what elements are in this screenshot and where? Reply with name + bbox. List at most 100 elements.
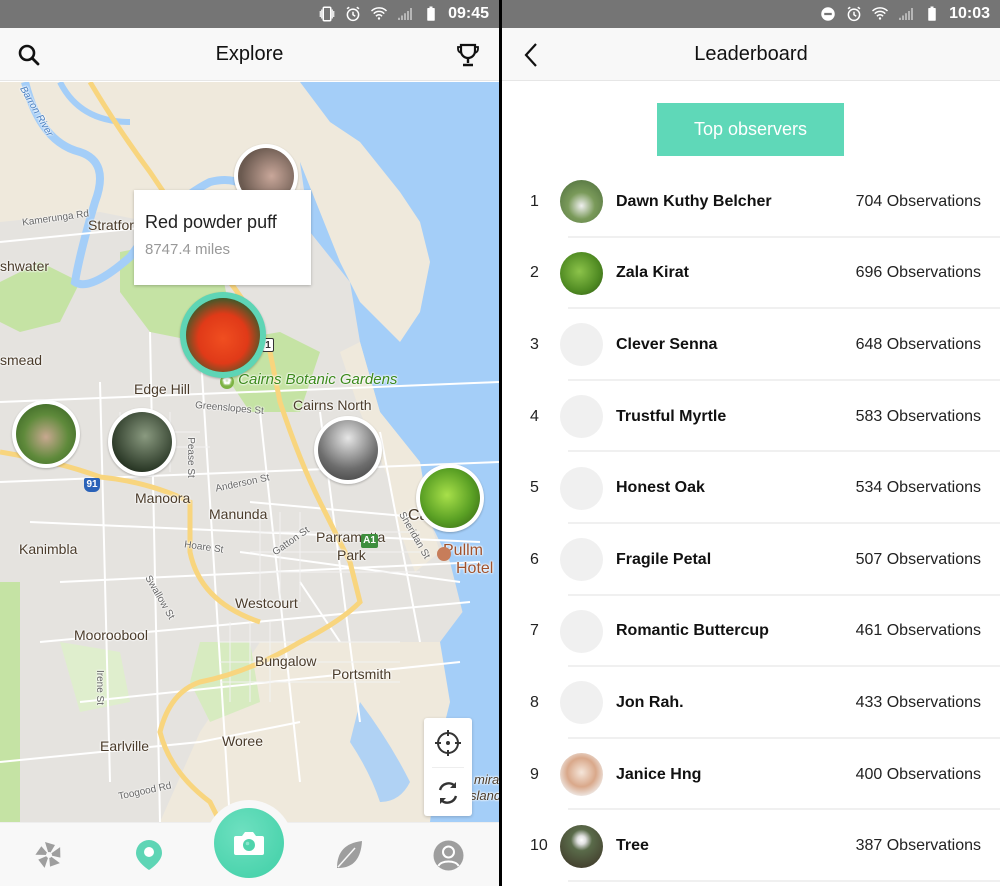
tab-top-observers[interactable]: Top observers bbox=[657, 103, 844, 156]
park-name: Cairns Botanic Gardens bbox=[238, 371, 398, 388]
explore-screen: 09:45 Explore Barron River Kamerunga Rd … bbox=[0, 0, 499, 886]
route-shield-a1: A1 bbox=[361, 534, 378, 548]
rank-number: 10 bbox=[530, 837, 548, 855]
map-label-cairns-botanic-gardens[interactable]: ✿ Cairns Botanic Gardens bbox=[220, 371, 397, 389]
popup-species-name: Red powder puff bbox=[145, 212, 277, 232]
rank-number: 2 bbox=[530, 264, 539, 282]
leaderboard-row-5[interactable]: 5 Honest Oak 534 Observations bbox=[502, 452, 1000, 524]
observation-count: 648 Observations bbox=[855, 335, 981, 353]
leaderboard-row-4[interactable]: 4 Trustful Myrtle 583 Observations bbox=[502, 381, 1000, 453]
pinwheel-icon bbox=[35, 842, 61, 868]
leaderboard-row-8[interactable]: 8 Jon Rah. 433 Observations bbox=[502, 667, 1000, 739]
map-label-stratford: Stratfor bbox=[88, 217, 134, 233]
rank-number: 1 bbox=[530, 192, 539, 210]
observation-count: 461 Observations bbox=[855, 622, 981, 640]
map-label-cairns-north: Cairns North bbox=[293, 397, 372, 413]
map-controls bbox=[424, 718, 472, 816]
alarm-icon bbox=[344, 5, 362, 23]
signal-icon bbox=[396, 5, 414, 23]
leaderboard-row-2[interactable]: 2 Zala Kirat 696 Observations bbox=[502, 238, 1000, 310]
leaderboard-row-3[interactable]: 3 Clever Senna 648 Observations bbox=[502, 309, 1000, 381]
map-label-pease-st: Pease St bbox=[184, 437, 196, 478]
observer-name: Trustful Myrtle bbox=[616, 407, 727, 425]
battery-icon bbox=[923, 5, 941, 23]
leaderboard-button[interactable] bbox=[455, 42, 481, 68]
popup-distance: 8747.4 miles bbox=[145, 241, 231, 258]
avatar-photo bbox=[560, 753, 603, 797]
observation-count: 696 Observations bbox=[855, 264, 981, 282]
camera-icon bbox=[234, 832, 264, 855]
marker-white-blossoms[interactable] bbox=[314, 416, 382, 484]
leaf-icon bbox=[337, 841, 362, 868]
profile-icon bbox=[433, 840, 463, 870]
trophy-icon bbox=[457, 43, 479, 67]
marker-red-powder-puff[interactable] bbox=[180, 292, 266, 378]
status-bar: 09:45 bbox=[0, 0, 499, 28]
observation-photo bbox=[16, 404, 76, 464]
nav-leaf[interactable] bbox=[333, 839, 365, 871]
observation-photo bbox=[186, 298, 260, 372]
leaderboard-row-6[interactable]: 6 Fragile Petal 507 Observations bbox=[502, 524, 1000, 596]
observer-name: Romantic Buttercup bbox=[616, 622, 769, 640]
locate-icon bbox=[435, 729, 461, 756]
vibrate-icon bbox=[318, 5, 336, 23]
map-label-admiralty-island-2: sland bbox=[470, 788, 499, 803]
refresh-icon bbox=[438, 781, 458, 804]
observation-count: 534 Observations bbox=[855, 479, 981, 497]
map-label-manunda: Manunda bbox=[209, 506, 268, 522]
marker-green-leaves[interactable] bbox=[416, 464, 484, 532]
observation-photo bbox=[112, 412, 172, 472]
hotel-icon bbox=[437, 547, 451, 561]
rank-number: 7 bbox=[530, 622, 539, 640]
avatar-placeholder bbox=[560, 323, 603, 367]
rank-number: 4 bbox=[530, 407, 539, 425]
map-label-mooroobool: Mooroobool bbox=[74, 627, 148, 643]
back-button[interactable] bbox=[518, 42, 544, 68]
nav-pinwheel[interactable] bbox=[33, 839, 65, 871]
page-title: Leaderboard bbox=[694, 42, 808, 65]
observer-name: Tree bbox=[616, 837, 649, 855]
map-label-parramatta-park-2: Park bbox=[337, 547, 366, 563]
observation-popup[interactable]: Red powder puff 8747.4 miles bbox=[134, 190, 311, 285]
map-label-kanimbla: Kanimbla bbox=[19, 541, 78, 557]
observation-count: 583 Observations bbox=[855, 407, 981, 425]
search-button[interactable] bbox=[16, 42, 42, 68]
marker-ground-cover[interactable] bbox=[12, 400, 80, 468]
observer-name: Jon Rah. bbox=[616, 693, 684, 711]
observation-count: 387 Observations bbox=[855, 837, 981, 855]
rank-number: 3 bbox=[530, 335, 539, 353]
observer-name: Honest Oak bbox=[616, 479, 705, 497]
status-time: 09:45 bbox=[448, 5, 489, 22]
marker-dark-leaves[interactable] bbox=[108, 408, 176, 476]
avatar-placeholder bbox=[560, 609, 603, 653]
nav-explore[interactable] bbox=[133, 839, 165, 871]
rank-number: 8 bbox=[530, 693, 539, 711]
map-label-earlville: Earlville bbox=[100, 738, 150, 754]
signal-icon bbox=[897, 5, 915, 23]
nav-profile[interactable] bbox=[432, 839, 464, 871]
map-label-edge-hill: Edge Hill bbox=[134, 381, 191, 397]
map-view[interactable]: Barron River Kamerunga Rd Stratfor shwat… bbox=[0, 82, 499, 822]
map-label-freshwater: shwater bbox=[0, 258, 50, 274]
camera-button[interactable] bbox=[214, 808, 284, 878]
observation-count: 400 Observations bbox=[855, 765, 981, 783]
avatar-placeholder bbox=[560, 538, 603, 582]
rank-number: 5 bbox=[530, 479, 539, 497]
alarm-icon bbox=[845, 5, 863, 23]
leaderboard-row-7[interactable]: 7 Romantic Buttercup 461 Observations bbox=[502, 596, 1000, 668]
location-pin-icon bbox=[136, 840, 162, 870]
refresh-button[interactable] bbox=[424, 768, 472, 817]
map-label-manoora: Manoora bbox=[135, 490, 191, 506]
leaderboard-row-9[interactable]: 9 Janice Hng 400 Observations bbox=[502, 739, 1000, 811]
observer-name: Zala Kirat bbox=[616, 264, 689, 282]
leaderboard-row-10[interactable]: 10 Tree 387 Observations bbox=[502, 810, 1000, 882]
locate-button[interactable] bbox=[424, 718, 472, 767]
rank-number: 6 bbox=[530, 550, 539, 568]
observation-count: 507 Observations bbox=[855, 550, 981, 568]
do-not-disturb-icon bbox=[819, 5, 837, 23]
map-label-brinsmead: smead bbox=[0, 352, 43, 368]
route-shield-91: 91 bbox=[84, 478, 100, 492]
observation-photo bbox=[318, 420, 378, 480]
leaderboard-row-1[interactable]: 1 Dawn Kuthy Belcher 704 Observations bbox=[502, 166, 1000, 238]
map-label-pullman-hotel-2: Hotel bbox=[456, 560, 494, 577]
